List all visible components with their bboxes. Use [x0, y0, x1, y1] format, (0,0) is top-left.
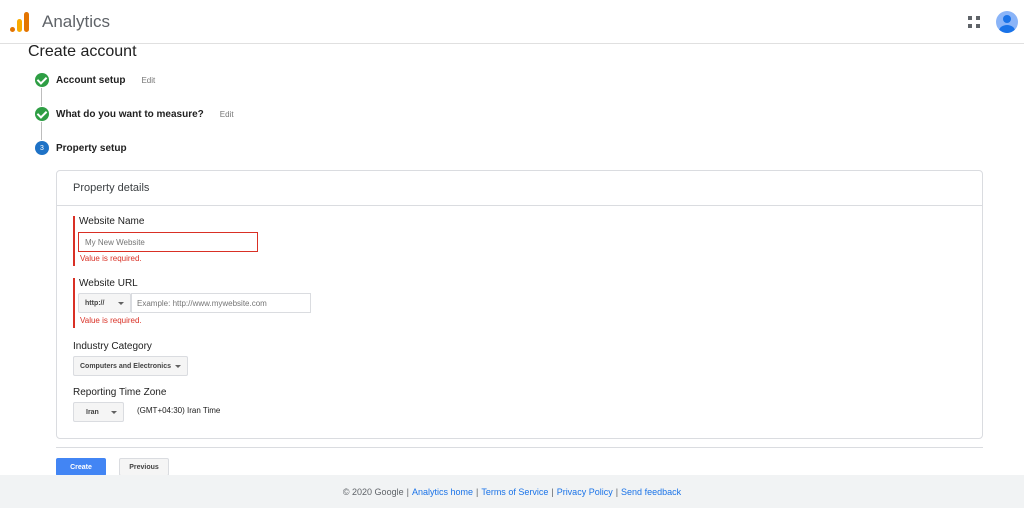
top-app-bar: Analytics	[0, 0, 1024, 44]
check-circle-icon	[35, 73, 49, 87]
footer-separator: |	[406, 486, 409, 497]
step-label: Property setup	[56, 142, 127, 154]
caret-down-icon	[175, 365, 181, 368]
footer: © 2020 Google | Analytics home | Terms o…	[0, 475, 1024, 508]
website-url-label: Website URL	[79, 278, 138, 289]
stepper-connector	[41, 122, 42, 140]
step-number-badge: 3	[35, 141, 49, 155]
send-feedback-link[interactable]: Send feedback	[621, 487, 681, 497]
footer-separator: |	[475, 486, 479, 497]
app-title[interactable]: Analytics	[42, 12, 110, 32]
account-avatar-icon[interactable]	[996, 11, 1018, 33]
caret-down-icon	[111, 411, 117, 414]
terms-of-service-link[interactable]: Terms of Service	[481, 487, 548, 497]
protocol-dropdown[interactable]: http://	[78, 293, 131, 313]
create-button[interactable]: Create	[56, 458, 106, 476]
privacy-policy-link[interactable]: Privacy Policy	[557, 487, 613, 497]
footer-separator: |	[615, 486, 619, 497]
industry-category-label: Industry Category	[73, 341, 152, 352]
step-account-setup: Account setup Edit	[35, 72, 155, 88]
time-zone-text: (GMT+04:30) Iran Time	[137, 406, 221, 415]
footer-separator: |	[551, 486, 554, 497]
copyright-text: © 2020 Google	[342, 486, 404, 497]
website-name-input[interactable]	[78, 232, 258, 252]
industry-category-dropdown[interactable]: Computers and Electronics	[73, 356, 188, 376]
step-label: What do you want to measure?	[56, 108, 204, 120]
stepper-connector	[41, 88, 42, 106]
website-name-label: Website Name	[79, 216, 145, 227]
website-name-error: Value is required.	[80, 254, 142, 263]
edit-link[interactable]: Edit	[220, 110, 234, 119]
website-url-input[interactable]	[131, 293, 311, 313]
apps-grid-icon[interactable]	[968, 16, 980, 28]
check-circle-icon	[35, 107, 49, 121]
time-zone-label: Reporting Time Zone	[73, 387, 167, 398]
step-property-setup: 3 Property setup	[35, 140, 127, 156]
caret-down-icon	[118, 302, 124, 305]
edit-link[interactable]: Edit	[141, 76, 155, 85]
previous-button[interactable]: Previous	[119, 458, 169, 476]
page-title: Create account	[28, 43, 137, 60]
step-measure: What do you want to measure? Edit	[35, 106, 234, 122]
industry-category-value: Computers and Electronics	[80, 362, 172, 370]
protocol-value: http://	[85, 299, 105, 307]
step-label: Account setup	[56, 74, 126, 86]
time-zone-country-dropdown[interactable]: Iran	[73, 402, 124, 422]
analytics-home-link[interactable]: Analytics home	[412, 487, 473, 497]
analytics-logo-icon[interactable]	[10, 12, 30, 32]
card-title: Property details	[73, 182, 150, 194]
card-header: Property details	[57, 171, 982, 206]
time-zone-country-value: Iran	[86, 408, 99, 416]
website-url-error: Value is required.	[80, 316, 142, 325]
action-divider	[56, 447, 983, 448]
